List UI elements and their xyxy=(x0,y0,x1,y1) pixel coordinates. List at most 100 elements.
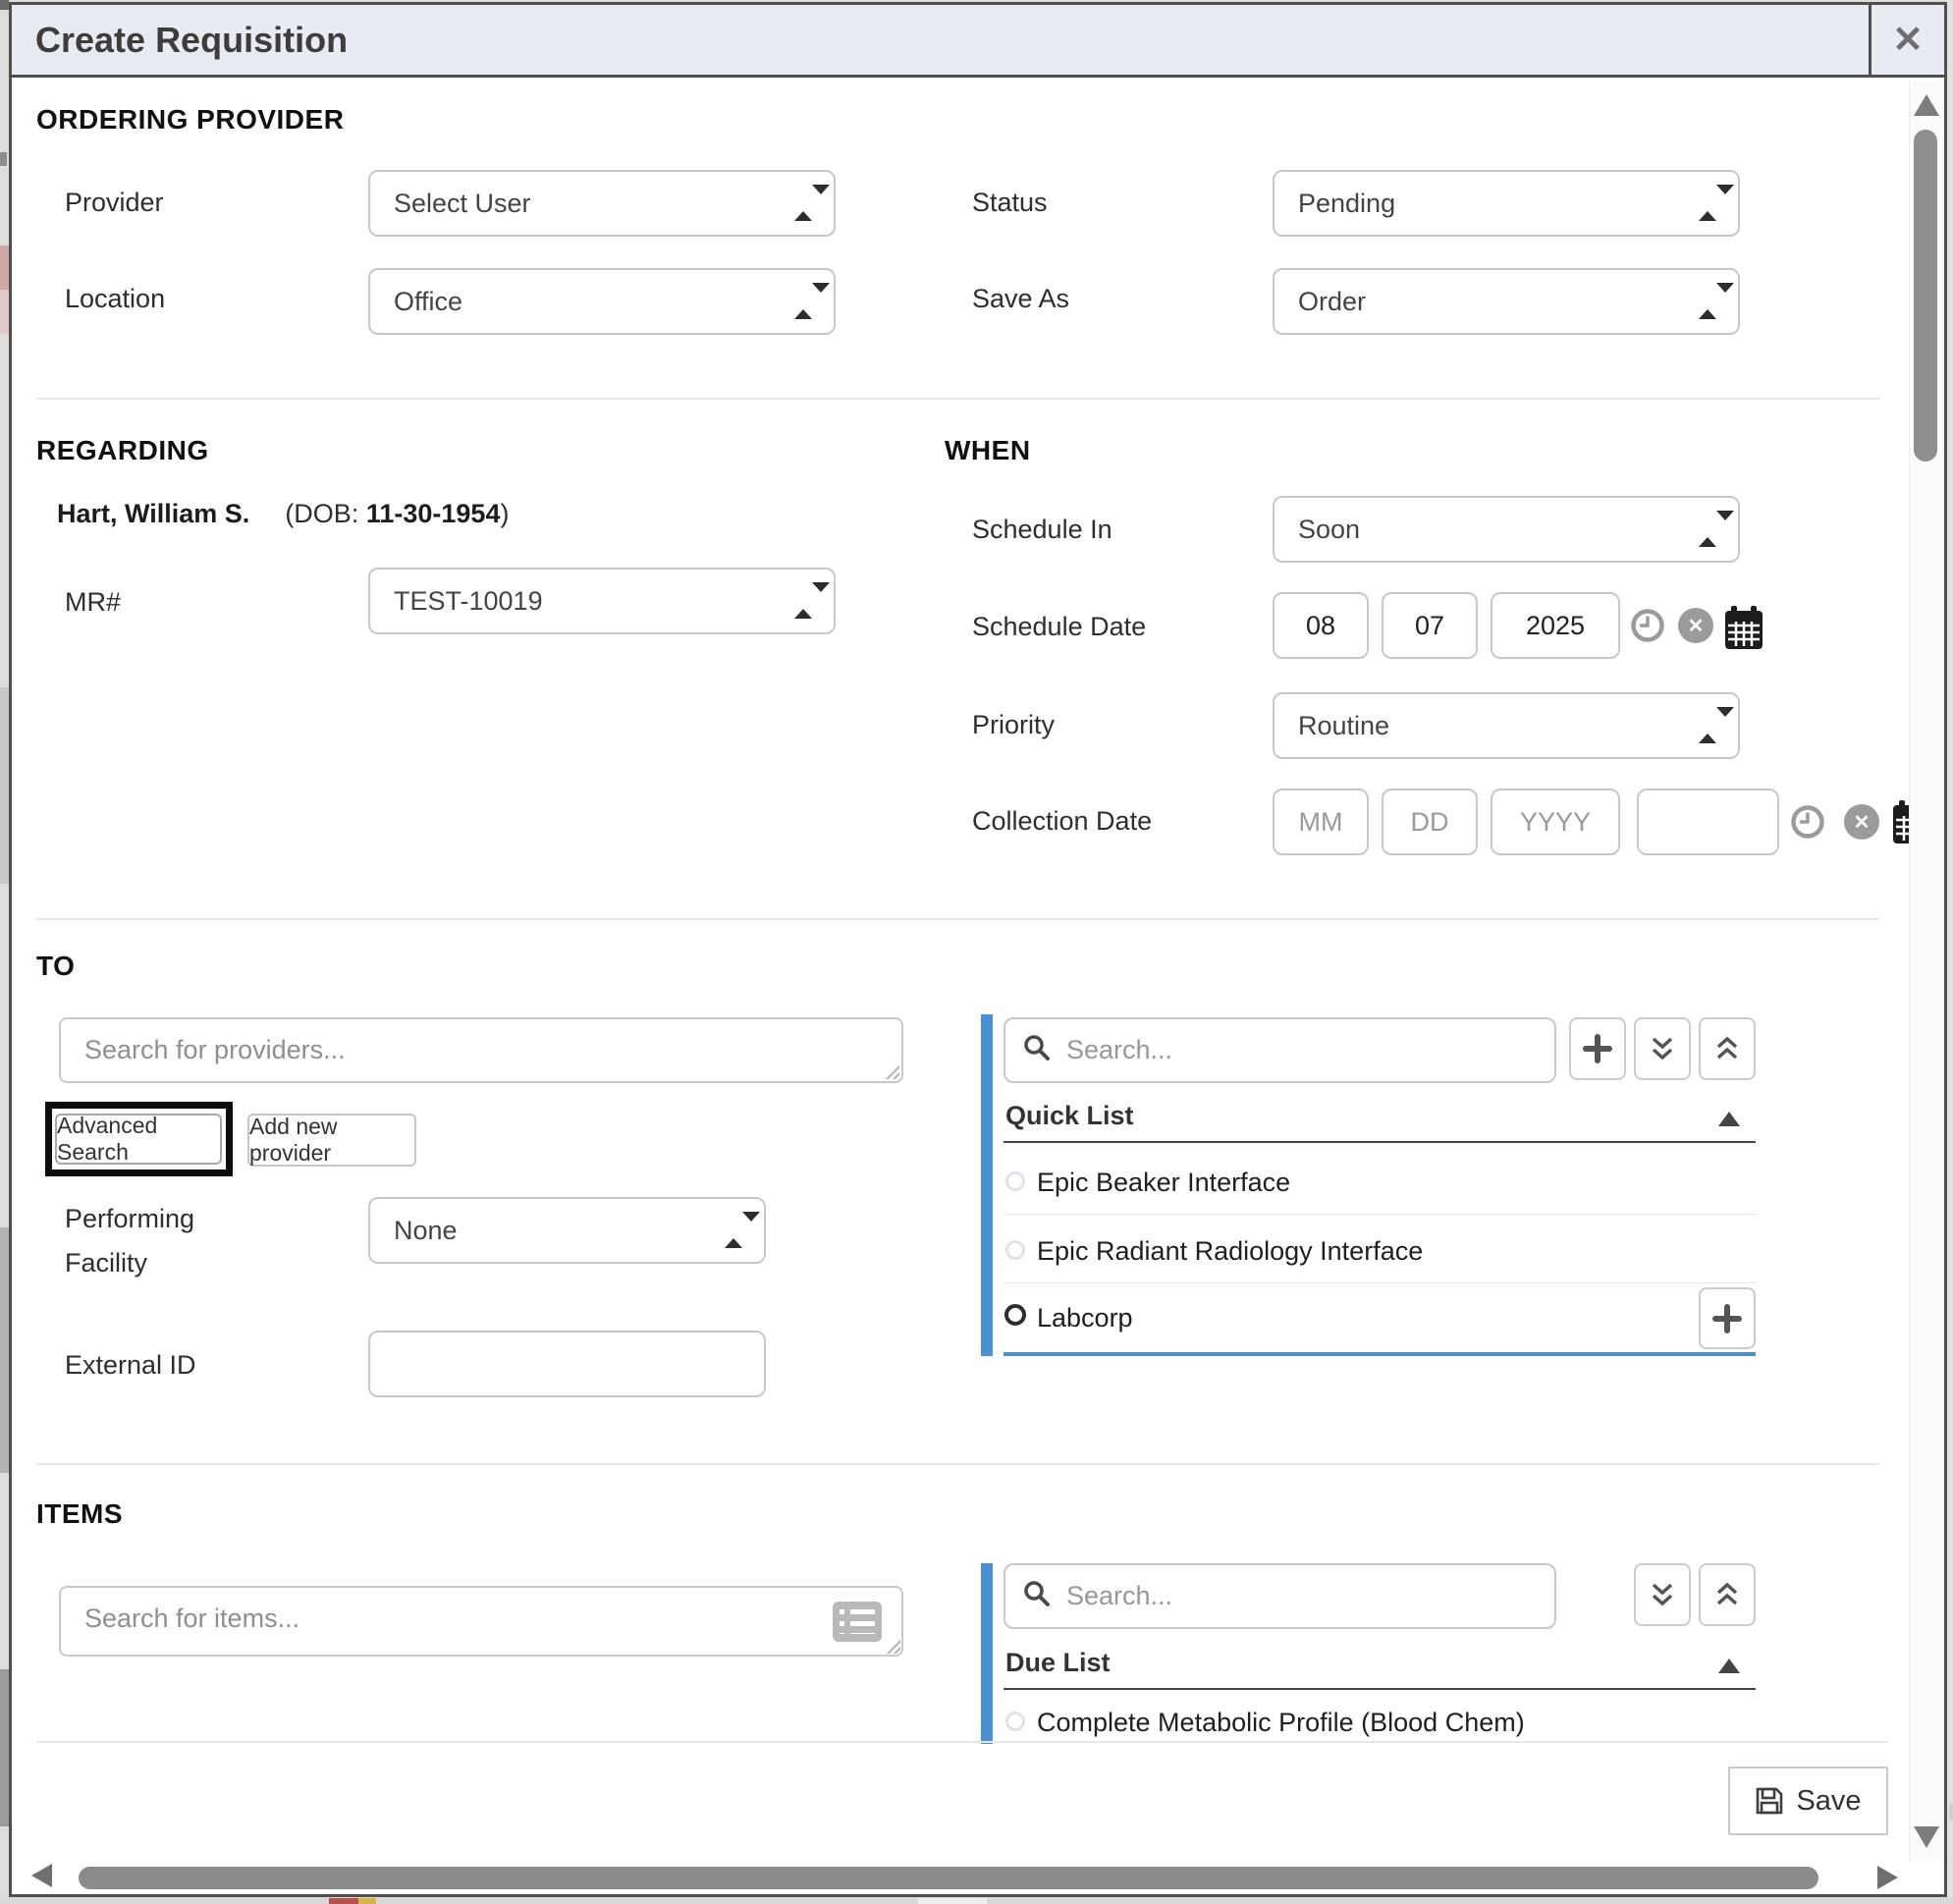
background-fragment xyxy=(0,152,7,166)
patient-name: Hart, William S. xyxy=(57,499,249,529)
background-fragment xyxy=(0,1669,9,1826)
section-divider xyxy=(36,1741,1888,1743)
mr-select[interactable]: TEST-10019 xyxy=(368,568,836,634)
regarding-header: REGARDING xyxy=(36,435,209,466)
collection-date-calendar-icon[interactable] xyxy=(1893,800,1909,845)
vertical-scrollbar-thumb[interactable] xyxy=(1914,130,1937,462)
save-button[interactable]: Save xyxy=(1728,1767,1888,1835)
double-chevron-up-icon xyxy=(1714,1034,1740,1063)
performing-facility-select[interactable]: None xyxy=(368,1197,766,1264)
radio-icon[interactable] xyxy=(1005,1712,1025,1731)
location-select[interactable]: Office xyxy=(368,268,836,335)
horizontal-scrollbar-thumb[interactable] xyxy=(79,1867,1818,1889)
schedule-in-select[interactable]: Soon xyxy=(1273,496,1740,563)
section-divider xyxy=(36,398,1879,400)
schedule-in-label: Schedule In xyxy=(972,515,1112,545)
add-provider-plus-button[interactable] xyxy=(1569,1017,1626,1080)
collection-year-input[interactable] xyxy=(1491,789,1620,855)
provider-value: Select User xyxy=(394,189,777,219)
background-fragment xyxy=(0,290,9,334)
save-as-select[interactable]: Order xyxy=(1273,268,1740,335)
schedule-date-clear-icon[interactable]: ✕ xyxy=(1678,608,1713,643)
updown-caret-icon xyxy=(1699,717,1716,734)
performing-facility-label-line2: Facility xyxy=(65,1248,147,1278)
location-label: Location xyxy=(65,284,165,314)
radio-selected-icon[interactable] xyxy=(1004,1304,1026,1326)
due-list-search[interactable] xyxy=(1004,1563,1556,1629)
collapse-all-button[interactable] xyxy=(1634,1563,1691,1626)
updown-caret-icon xyxy=(725,1222,742,1239)
double-chevron-up-icon xyxy=(1714,1580,1740,1609)
updown-caret-icon xyxy=(1699,194,1716,212)
scroll-down-arrow-icon[interactable] xyxy=(1914,1826,1939,1848)
save-label: Save xyxy=(1796,1785,1861,1818)
add-labcorp-plus-button[interactable] xyxy=(1699,1287,1756,1349)
mr-label: MR# xyxy=(65,587,121,618)
background-fragment xyxy=(918,1898,987,1904)
expand-all-button[interactable] xyxy=(1699,1563,1756,1626)
scroll-left-arrow-icon[interactable] xyxy=(31,1864,52,1887)
updown-caret-icon xyxy=(1699,520,1716,538)
row-divider xyxy=(1004,1282,1756,1283)
external-id-input[interactable] xyxy=(368,1331,766,1397)
due-list-accent-bar xyxy=(981,1563,993,1744)
quick-list-collapse-icon[interactable] xyxy=(1718,1112,1740,1126)
provider-select[interactable]: Select User xyxy=(368,170,836,237)
item-list-picker-icon[interactable] xyxy=(833,1602,882,1642)
close-button[interactable]: ✕ xyxy=(1869,5,1944,75)
list-item[interactable]: Labcorp xyxy=(1037,1303,1133,1333)
quick-list-search[interactable] xyxy=(1004,1017,1556,1083)
background-fragment xyxy=(358,1898,376,1904)
save-as-value: Order xyxy=(1298,287,1681,317)
patient-dob: (DOB: 11-30-1954) xyxy=(285,499,509,529)
plus-icon xyxy=(1712,1304,1742,1333)
items-header: ITEMS xyxy=(36,1498,123,1530)
schedule-time-clock-icon[interactable] xyxy=(1631,609,1664,642)
background-right-strip xyxy=(1947,0,1953,1904)
schedule-day-input[interactable] xyxy=(1382,592,1478,659)
schedule-year-input[interactable] xyxy=(1491,592,1620,659)
double-chevron-down-icon xyxy=(1650,1580,1675,1609)
to-header: TO xyxy=(36,951,75,982)
collection-date-clear-icon[interactable]: ✕ xyxy=(1844,804,1879,840)
quick-list-title: Quick List xyxy=(1005,1101,1134,1131)
search-icon xyxy=(1023,1034,1051,1066)
collection-time-clock-icon[interactable] xyxy=(1791,805,1824,839)
background-fragment xyxy=(0,0,9,10)
scroll-up-arrow-icon[interactable] xyxy=(1914,94,1939,116)
due-list-search-input[interactable] xyxy=(1066,1581,1537,1611)
dialog-titlebar: Create Requisition ✕ xyxy=(9,2,1947,78)
item-search-input[interactable] xyxy=(59,1586,903,1657)
due-list-collapse-icon[interactable] xyxy=(1718,1659,1740,1673)
schedule-date-calendar-icon[interactable] xyxy=(1725,606,1763,654)
add-new-provider-button[interactable]: Add new provider xyxy=(247,1114,416,1167)
double-chevron-down-icon xyxy=(1650,1034,1675,1063)
list-item[interactable]: Epic Radiant Radiology Interface xyxy=(1037,1236,1423,1267)
advanced-search-button[interactable]: Advanced Search xyxy=(55,1114,222,1165)
row-divider xyxy=(1004,1214,1756,1215)
quick-list-bottom-border xyxy=(1004,1352,1756,1356)
list-item[interactable]: Epic Beaker Interface xyxy=(1037,1168,1290,1198)
scroll-right-arrow-icon[interactable] xyxy=(1877,1866,1898,1889)
collection-month-input[interactable] xyxy=(1273,789,1369,855)
collapse-all-button[interactable] xyxy=(1634,1017,1691,1080)
list-item[interactable]: Complete Metabolic Profile (Blood Chem) xyxy=(1037,1708,1525,1738)
background-fragment xyxy=(0,245,9,290)
schedule-month-input[interactable] xyxy=(1273,592,1369,659)
status-select[interactable]: Pending xyxy=(1273,170,1740,237)
plus-icon xyxy=(1583,1034,1612,1063)
collection-day-input[interactable] xyxy=(1382,789,1478,855)
provider-search-input[interactable] xyxy=(59,1017,903,1083)
external-id-label: External ID xyxy=(65,1350,196,1381)
background-fragment xyxy=(329,1898,358,1904)
when-header: WHEN xyxy=(945,435,1031,466)
collection-date-label: Collection Date xyxy=(972,806,1152,837)
quick-list-search-input[interactable] xyxy=(1066,1035,1537,1065)
radio-icon[interactable] xyxy=(1005,1171,1025,1191)
collection-time-input[interactable] xyxy=(1637,789,1779,855)
mr-value: TEST-10019 xyxy=(394,586,777,617)
radio-icon[interactable] xyxy=(1005,1240,1025,1260)
updown-caret-icon xyxy=(1699,293,1716,310)
expand-all-button[interactable] xyxy=(1699,1017,1756,1080)
priority-select[interactable]: Routine xyxy=(1273,692,1740,759)
